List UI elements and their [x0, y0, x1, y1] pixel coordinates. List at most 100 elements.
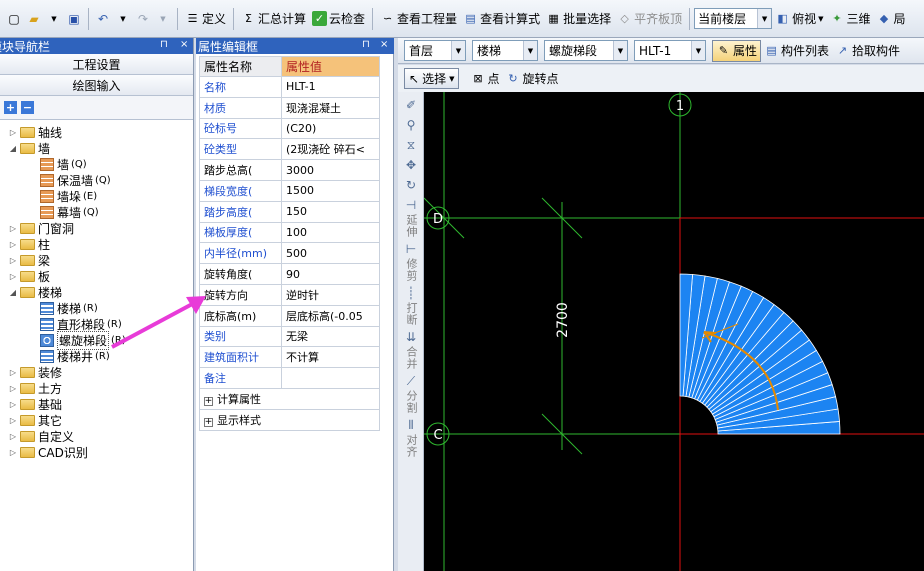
property-value-cell[interactable]: (C20): [281, 117, 380, 140]
property-value-cell[interactable]: 1500: [281, 179, 380, 202]
tree-folder-item[interactable]: ▷ 自定义: [0, 428, 193, 444]
truncated-button[interactable]: ◆ 局: [874, 8, 909, 30]
tree-folder-item[interactable]: ▷ 板: [0, 268, 193, 284]
tree-folder-item[interactable]: ▷ 柱: [0, 236, 193, 252]
expand-icon[interactable]: ▷: [8, 400, 18, 409]
sum-calc-button[interactable]: Σ 汇总计算: [238, 8, 309, 30]
property-value-cell[interactable]: 层底标高(-0.05: [281, 304, 380, 327]
property-value-cell[interactable]: 500: [281, 242, 380, 265]
expand-icon[interactable]: ▷: [8, 432, 18, 441]
drawing-canvas[interactable]: 1 D C 2700: [424, 92, 924, 571]
top-view-button[interactable]: ◧ 俯视 ▼: [772, 8, 826, 30]
property-row[interactable]: 内半径(mm) 500: [199, 242, 380, 265]
three-d-button[interactable]: ✦ 三维: [827, 8, 874, 30]
pick-component-button[interactable]: ↗ 拾取构件: [832, 40, 903, 62]
property-value-cell[interactable]: [281, 367, 380, 389]
property-row[interactable]: 名称 HLT-1: [199, 76, 380, 98]
tree-leaf-item[interactable]: 楼梯 (R): [0, 300, 193, 316]
property-row[interactable]: 建筑面积计 不计算: [199, 346, 380, 369]
group-display-row[interactable]: + 显示样式: [199, 408, 380, 431]
mirror-button[interactable]: ⧖: [398, 138, 424, 154]
attr-button[interactable]: ✎ 属性: [712, 39, 762, 62]
property-value-cell[interactable]: 100: [281, 221, 380, 244]
split-button[interactable]: ⟋ 分割: [398, 374, 424, 414]
chevron-down-icon[interactable]: ▼: [691, 41, 705, 60]
spiral-stair[interactable]: [679, 273, 841, 435]
tree-leaf-item[interactable]: 楼梯井 (R): [0, 348, 193, 364]
category-dropdown[interactable]: 楼梯 ▼: [472, 40, 538, 61]
property-value-cell[interactable]: 90: [281, 263, 380, 285]
property-value-cell[interactable]: HLT-1: [281, 76, 380, 98]
rotate-point-button[interactable]: ↻ 旋转点: [502, 68, 561, 90]
tree-leaf-item[interactable]: 保温墙 (Q): [0, 172, 193, 188]
dropdown-arrow-icon[interactable]: ▼: [46, 11, 62, 27]
expand-icon[interactable]: ▷: [8, 240, 18, 249]
dropdown-arrow-icon[interactable]: ▼: [449, 75, 454, 83]
close-icon[interactable]: ×: [380, 39, 388, 50]
floor-select[interactable]: 当前楼层 ▼: [694, 8, 773, 29]
property-row[interactable]: 砼标号 (C20): [199, 117, 380, 140]
property-row[interactable]: 材质 现浇混凝土: [199, 96, 380, 119]
define-button[interactable]: ☰ 定义: [182, 8, 229, 30]
redo-icon[interactable]: ↷: [135, 11, 151, 27]
expand-icon[interactable]: ▷: [8, 128, 18, 137]
expand-icon[interactable]: ▷: [8, 448, 18, 457]
group-calc-cell[interactable]: + 计算属性: [199, 387, 380, 410]
cad-drawing[interactable]: 1 D C 2700: [424, 92, 924, 571]
open-icon[interactable]: ▰: [26, 11, 42, 27]
collapse-all-icon[interactable]: −: [21, 101, 34, 114]
tree-folder-item[interactable]: ▷ 轴线: [0, 124, 193, 140]
tree-folder-item[interactable]: ▷ 门窗洞: [0, 220, 193, 236]
tree-folder-item[interactable]: ▷ 装修: [0, 364, 193, 380]
property-value-cell[interactable]: (2现浇砼 碎石<: [281, 138, 380, 161]
cloud-check-button[interactable]: ✓ 云检查: [309, 8, 368, 30]
group-calc-row[interactable]: + 计算属性: [199, 387, 380, 410]
save-icon[interactable]: ▣: [66, 11, 82, 27]
tree-folder-item[interactable]: ▷ CAD识别: [0, 444, 193, 460]
expand-icon[interactable]: ▷: [8, 256, 18, 265]
property-row[interactable]: 踏步高度(150: [199, 200, 380, 223]
level-top-button[interactable]: ◇ 平齐板顶: [614, 8, 685, 30]
close-icon[interactable]: ×: [180, 39, 188, 50]
view-quantity-button[interactable]: ∽ 查看工程量: [377, 8, 460, 30]
floor-dropdown[interactable]: 首层 ▼: [404, 40, 466, 61]
element-dropdown[interactable]: HLT-1 ▼: [634, 40, 706, 61]
property-value-cell[interactable]: 现浇混凝土: [281, 96, 380, 119]
new-icon[interactable]: ▢: [6, 11, 22, 27]
property-row[interactable]: 旋转角度(90: [199, 263, 380, 285]
tree-folder-item[interactable]: ▷ 梁: [0, 252, 193, 268]
trim-button[interactable]: ⊢ 修剪: [398, 242, 424, 282]
expand-icon[interactable]: ▷: [8, 416, 18, 425]
expand-icon[interactable]: ▷: [8, 368, 18, 377]
property-row[interactable]: 旋转方向 逆时针: [199, 283, 380, 306]
pin-icon[interactable]: ⊓: [362, 39, 370, 50]
batch-select-button[interactable]: ▦ 批量选择: [543, 8, 614, 30]
property-value-cell[interactable]: 无梁: [281, 325, 380, 348]
property-row[interactable]: 梯段宽度(1500: [199, 179, 380, 202]
select-button[interactable]: ↖ 选择 ▼: [404, 68, 460, 89]
move-button[interactable]: ✥: [398, 158, 424, 174]
chevron-down-icon[interactable]: ▼: [523, 41, 537, 60]
align-button[interactable]: ⫴ 对齐: [398, 418, 424, 458]
property-row[interactable]: 类别 无梁: [199, 325, 380, 348]
break-button[interactable]: ┊ 打断: [398, 286, 424, 326]
dropdown-arrow-icon[interactable]: ▼: [818, 15, 823, 23]
property-row[interactable]: 踏步总高(3000: [199, 159, 380, 181]
tree-folder-item[interactable]: ▷ 其它: [0, 412, 193, 428]
rotate-button[interactable]: ↻: [398, 178, 424, 194]
dropdown-arrow-icon[interactable]: ▼: [115, 11, 131, 27]
chevron-down-icon[interactable]: ▼: [451, 41, 465, 60]
collapse-icon[interactable]: ◢: [8, 288, 18, 297]
property-row[interactable]: 备注: [199, 367, 380, 389]
extend-button[interactable]: ⊣ 延伸: [398, 198, 424, 238]
undo-icon[interactable]: ↶: [95, 11, 111, 27]
tree-leaf-item[interactable]: 墙 (Q): [0, 156, 193, 172]
project-settings-button[interactable]: 工程设置: [0, 54, 193, 75]
property-value-cell[interactable]: 不计算: [281, 346, 380, 369]
tree-folder-item[interactable]: ▷ 土方: [0, 380, 193, 396]
property-value-cell[interactable]: 逆时针: [281, 283, 380, 306]
tree-leaf-item[interactable]: 墙垛 (E): [0, 188, 193, 204]
expand-all-icon[interactable]: +: [4, 101, 17, 114]
merge-button[interactable]: ⇊ 合并: [398, 330, 424, 370]
pin-icon[interactable]: ⊓: [160, 39, 168, 50]
